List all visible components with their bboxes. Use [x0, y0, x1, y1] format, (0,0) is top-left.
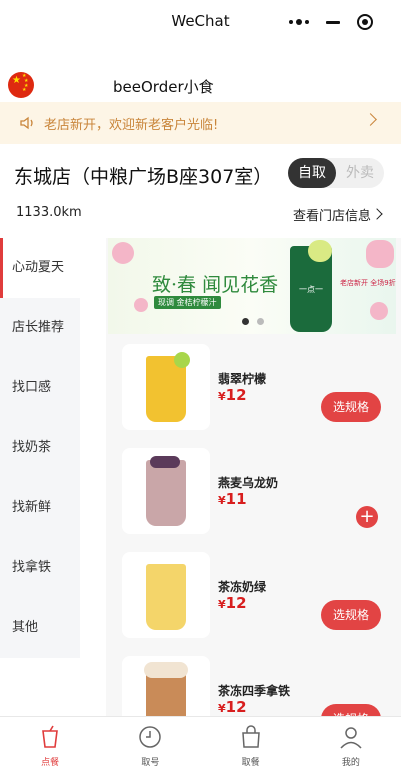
tab-label: 我的	[341, 758, 360, 768]
select-spec-button[interactable]: 选规格	[321, 600, 381, 630]
notice-text: 老店新开，欢迎新老客户光临!	[44, 117, 219, 133]
store-distance: 1133.0km	[16, 205, 82, 220]
pickup-delivery-toggle[interactable]: 自取 外卖	[288, 158, 384, 188]
category-item[interactable]: 心动夏天	[0, 238, 80, 298]
product-price: ¥12	[218, 594, 247, 612]
product-card[interactable]: 翡翠柠檬 ¥12 选规格	[106, 338, 401, 434]
flower-decoration	[134, 298, 148, 312]
product-image	[122, 448, 210, 534]
product-image	[122, 656, 210, 716]
product-name: 茶冻四季拿铁	[218, 684, 291, 698]
product-name: 燕麦乌龙奶	[218, 476, 279, 490]
category-item[interactable]: 找新鲜	[0, 478, 80, 538]
flower-decoration	[370, 302, 388, 320]
brand-name: beeOrder小食	[113, 78, 214, 96]
product-price: ¥11	[218, 490, 247, 508]
drink-glass	[146, 460, 186, 526]
delivery-option[interactable]: 外卖	[336, 158, 384, 188]
product-image	[122, 344, 210, 430]
flower-decoration	[366, 240, 394, 268]
promo-banner[interactable]: 致·春 闻见花香 现调 金桔柠檬汁 一点一 老店新开 全场9折	[108, 238, 396, 334]
china-flag-icon: ★ ★ ★ ★ ★	[8, 72, 34, 98]
brand-row: ★ ★ ★ ★ ★ beeOrder小食	[0, 68, 401, 102]
chevron-right-icon	[364, 113, 377, 126]
product-list: 致·春 闻见花香 现调 金桔柠檬汁 一点一 老店新开 全场9折 翡翠柠檬 ¥12…	[106, 238, 401, 716]
product-card[interactable]: 茶冻奶绿 ¥12 选规格	[106, 546, 401, 642]
bottom-tab-bar: 点餐 取号 取餐 我的	[0, 716, 401, 774]
product-card[interactable]: 燕麦乌龙奶 ¥11 +	[106, 442, 401, 538]
chevron-right-icon	[371, 208, 383, 220]
product-name: 茶冻奶绿	[218, 580, 267, 594]
category-item[interactable]: 其他	[0, 598, 80, 658]
carousel-dots	[242, 318, 264, 325]
lemon-image	[308, 240, 332, 262]
title-bar: WeChat	[0, 0, 401, 44]
product-price: ¥12	[218, 386, 247, 404]
banner-caption: 老店新开 全场9折	[340, 279, 396, 287]
drink-glass	[146, 564, 186, 630]
speaker-icon	[20, 116, 33, 130]
user-icon	[340, 727, 362, 749]
product-image	[122, 552, 210, 638]
bag-icon	[241, 725, 260, 748]
store-name: 东城店（中粮广场B座307室）	[14, 166, 273, 188]
category-item[interactable]: 店长推荐	[0, 298, 80, 358]
minimize-icon[interactable]	[325, 20, 340, 24]
tab-label: 取号	[141, 758, 160, 768]
store-row: 东城店（中粮广场B座307室） 自取 外卖	[0, 156, 401, 196]
banner-cup-text: 一点一	[299, 285, 323, 294]
tab-pickup[interactable]: 取餐	[201, 717, 301, 774]
product-card[interactable]: 茶冻四季拿铁 ¥12 选规格	[106, 650, 401, 716]
category-item[interactable]: 找奶茶	[0, 418, 80, 478]
tab-order[interactable]: 点餐	[0, 717, 100, 774]
flower-decoration	[112, 242, 134, 264]
banner-title: 致·春 闻见花香	[152, 274, 279, 296]
store-info-link[interactable]: 查看门店信息	[293, 205, 371, 224]
category-sidebar: 心动夏天 店长推荐 找口感 找奶茶 找新鲜 找拿铁 其他	[0, 238, 80, 658]
category-item[interactable]: 找拿铁	[0, 538, 80, 598]
carousel-dot[interactable]	[242, 318, 249, 325]
tab-label: 点餐	[41, 758, 60, 768]
notice-bar[interactable]: 老店新开，欢迎新老客户光临!	[0, 102, 401, 144]
pickup-option[interactable]: 自取	[288, 158, 336, 188]
tab-profile[interactable]: 我的	[301, 717, 401, 774]
more-dots-icon[interactable]	[289, 19, 310, 25]
tab-label: 取餐	[241, 758, 260, 768]
distance-row: 1133.0km 查看门店信息	[0, 200, 401, 228]
product-name: 翡翠柠檬	[218, 372, 267, 386]
target-close-icon[interactable]	[356, 14, 373, 30]
cup-icon	[42, 725, 59, 748]
select-spec-button[interactable]: 选规格	[321, 704, 381, 716]
clock-ticket-icon	[139, 726, 162, 748]
banner-subtitle: 现调 金桔柠檬汁	[154, 296, 221, 309]
add-to-cart-button[interactable]: +	[356, 506, 378, 528]
product-price: ¥12	[218, 698, 247, 716]
mini-program-capsule	[273, 8, 389, 36]
select-spec-button[interactable]: 选规格	[321, 392, 381, 422]
tab-queue-number[interactable]: 取号	[100, 717, 200, 774]
category-item[interactable]: 找口感	[0, 358, 80, 418]
carousel-dot[interactable]	[257, 318, 264, 325]
